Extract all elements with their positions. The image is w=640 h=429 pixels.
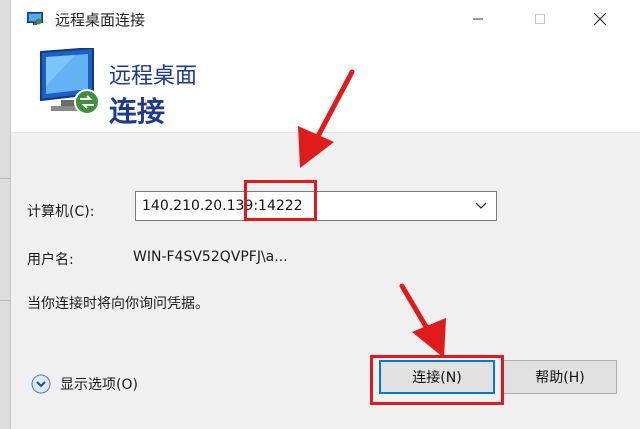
background-window-strip	[0, 0, 10, 429]
expand-options-icon	[31, 374, 51, 394]
username-label: 用户名:	[27, 252, 74, 268]
maximize-button[interactable]	[517, 0, 563, 38]
header-title: 连接	[109, 95, 166, 128]
connect-highlight-box	[370, 355, 504, 405]
dialog-body: 计算机(C): 用户名: WIN-F4SV52QVPFJ\a... 当你连接时将…	[11, 133, 640, 429]
minimize-icon	[473, 18, 483, 20]
show-options-label: 显示选项(O)	[60, 377, 138, 393]
username-value: WIN-F4SV52QVPFJ\a...	[133, 249, 288, 265]
window-title: 远程桌面连接	[55, 11, 146, 29]
remote-desktop-icon	[27, 11, 43, 25]
monitor-icon	[35, 46, 115, 122]
chevron-down-icon[interactable]	[470, 196, 492, 216]
close-button[interactable]	[577, 0, 623, 38]
port-highlight-box	[244, 180, 317, 221]
header-subtitle: 远程桌面	[109, 64, 198, 89]
close-icon	[593, 12, 607, 26]
title-bar[interactable]: 远程桌面连接	[11, 0, 640, 38]
minimize-button[interactable]	[455, 0, 501, 38]
credentials-notice: 当你连接时将向你询问凭据。	[27, 296, 209, 312]
remote-desktop-dialog: 远程桌面连接 远程桌面 连接 计算机(C): 140.210.20.139:14…	[10, 0, 640, 429]
help-button[interactable]: 帮助(H)	[503, 360, 617, 394]
maximize-icon	[535, 14, 545, 24]
dialog-header: 远程桌面 连接	[11, 38, 640, 133]
computer-label: 计算机(C):	[27, 204, 95, 220]
show-options-toggle[interactable]: 显示选项(O)	[31, 373, 138, 395]
